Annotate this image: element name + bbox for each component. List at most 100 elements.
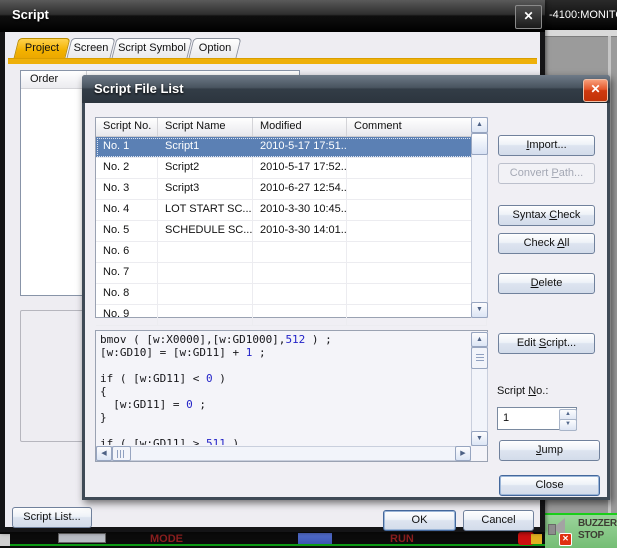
table-cell [347,200,487,220]
script-no-spinner[interactable]: 1 ▲ ▼ [497,407,577,430]
hmi-fragment [531,534,542,544]
cancel-button[interactable]: Cancel [463,510,534,531]
syntax-check-button[interactable]: Syntax Check [498,205,595,226]
script-window-close-button[interactable]: ✕ [515,5,542,29]
col-header-script-name[interactable]: Script Name [158,118,253,136]
script-window-titlebar: Script [0,0,545,32]
tab-accent-bar [8,58,537,64]
tab-screen[interactable]: Screen [67,38,116,58]
table-cell: 2010-3-30 14:01... [253,221,347,241]
script-window-title: Script [12,7,49,22]
table-cell: Script1 [158,137,253,157]
spinner-down-icon[interactable]: ▼ [559,419,577,431]
table-cell [347,284,487,304]
background-window-title: -4100:MONITO [549,9,617,21]
table-row[interactable]: No. 8 [96,284,487,305]
code-scroll-left-icon[interactable]: ◀ [96,446,112,461]
table-cell: 2010-5-17 17:52... [253,158,347,178]
ok-button[interactable]: OK [383,510,456,531]
hmi-fragment [0,534,10,546]
col-header-comment[interactable]: Comment [347,118,487,136]
convert-path-button: Convert Path... [498,163,595,184]
code-scroll-down-icon[interactable]: ▼ [471,431,488,446]
table-row[interactable]: No. 6 [96,242,487,263]
table-row[interactable]: No. 9 [96,305,487,326]
hmi-run-label-fragment: RUN [390,533,424,542]
table-cell: SCHEDULE SC... [158,221,253,241]
script-file-table: Script No. Script Name Modified Comment … [95,117,488,318]
close-button[interactable]: Close [499,475,600,496]
table-cell [158,263,253,283]
script-code-preview[interactable]: bmov ( [w:X0000],[w:GD1000],512 ) ;[w:GD… [95,330,488,462]
table-cell [347,179,487,199]
script-list-button[interactable]: Script List... [12,507,92,528]
col-header-script-no[interactable]: Script No. [96,118,158,136]
col-header-modified[interactable]: Modified [253,118,347,136]
check-all-button[interactable]: Check All [498,233,595,254]
script-no-value[interactable]: 1 [503,412,509,424]
tab-project[interactable]: Project [14,38,71,58]
table-cell: No. 7 [96,263,158,283]
table-cell [253,305,347,325]
import-button[interactable]: Import... [498,135,595,156]
table-cell [347,137,487,157]
table-cell: 2010-5-17 17:51... [253,137,347,157]
table-cell [347,242,487,262]
table-row[interactable]: No. 7 [96,263,487,284]
table-cell: No. 9 [96,305,158,325]
table-cell: Script3 [158,179,253,199]
background-hmi-strip: MODE RUN [0,532,545,546]
code-hscroll-thumb[interactable] [112,446,131,461]
table-cell: No. 8 [96,284,158,304]
table-row[interactable]: No. 1Script12010-5-17 17:51... [96,137,487,158]
table-cell [347,305,487,325]
table-cell: No. 5 [96,221,158,241]
background-window-titlebar: -4100:MONITO [545,0,617,30]
table-header-row: Script No. Script Name Modified Comment [96,118,487,137]
buzzer-stop-label: BUZZER STOP [578,518,617,542]
order-column-header[interactable]: Order [21,71,87,89]
mute-x-icon: ✕ [559,533,572,546]
table-row[interactable]: No. 3Script32010-6-27 12:54... [96,179,487,200]
delete-button[interactable]: Delete [498,273,595,294]
table-scroll-down-icon[interactable]: ▼ [471,302,488,318]
table-body: No. 1Script12010-5-17 17:51...No. 2Scrip… [96,137,487,326]
table-cell [253,284,347,304]
tab-option[interactable]: Option [189,38,242,58]
hmi-fragment [58,533,106,543]
dialog-title: Script File List [94,81,184,96]
code-vscroll-thumb[interactable] [471,347,488,369]
code-scroll-up-icon[interactable]: ▲ [471,332,488,347]
table-cell: No. 3 [96,179,158,199]
jump-button[interactable]: Jump [499,440,600,461]
table-cell: No. 1 [96,137,158,157]
table-cell: No. 4 [96,200,158,220]
table-cell: 2010-6-27 12:54... [253,179,347,199]
hmi-fragment [298,533,332,544]
table-cell: Script2 [158,158,253,178]
table-cell: No. 2 [96,158,158,178]
speaker-icon-body [548,524,556,535]
edit-script-button[interactable]: Edit Script... [498,333,595,354]
table-cell [253,263,347,283]
hmi-mode-label-fragment: MODE [150,533,194,542]
script-no-label: Script No.: [497,385,548,397]
dialog-titlebar: Script File List [82,75,610,103]
table-row[interactable]: No. 4LOT START SC...2010-3-30 10:45... [96,200,487,221]
table-cell [347,221,487,241]
table-scroll-thumb[interactable] [471,133,488,155]
code-scroll-right-icon[interactable]: ▶ [455,446,471,461]
table-row[interactable]: No. 5SCHEDULE SC...2010-3-30 14:01... [96,221,487,242]
table-cell: LOT START SC... [158,200,253,220]
table-cell [158,242,253,262]
tab-script-symbol[interactable]: Script Symbol [112,38,193,58]
table-scroll-up-icon[interactable]: ▲ [471,117,488,133]
buzzer-stop-button[interactable]: ✕ BUZZER STOP [545,513,617,548]
code-hscrollbar[interactable] [96,446,471,461]
table-row[interactable]: No. 2Script22010-5-17 17:52... [96,158,487,179]
dialog-close-button[interactable]: ✕ [583,79,608,102]
table-cell [158,305,253,325]
script-file-list-dialog: Script File List ✕ Script No. Script Nam… [82,75,610,500]
table-cell [253,242,347,262]
table-cell [347,158,487,178]
